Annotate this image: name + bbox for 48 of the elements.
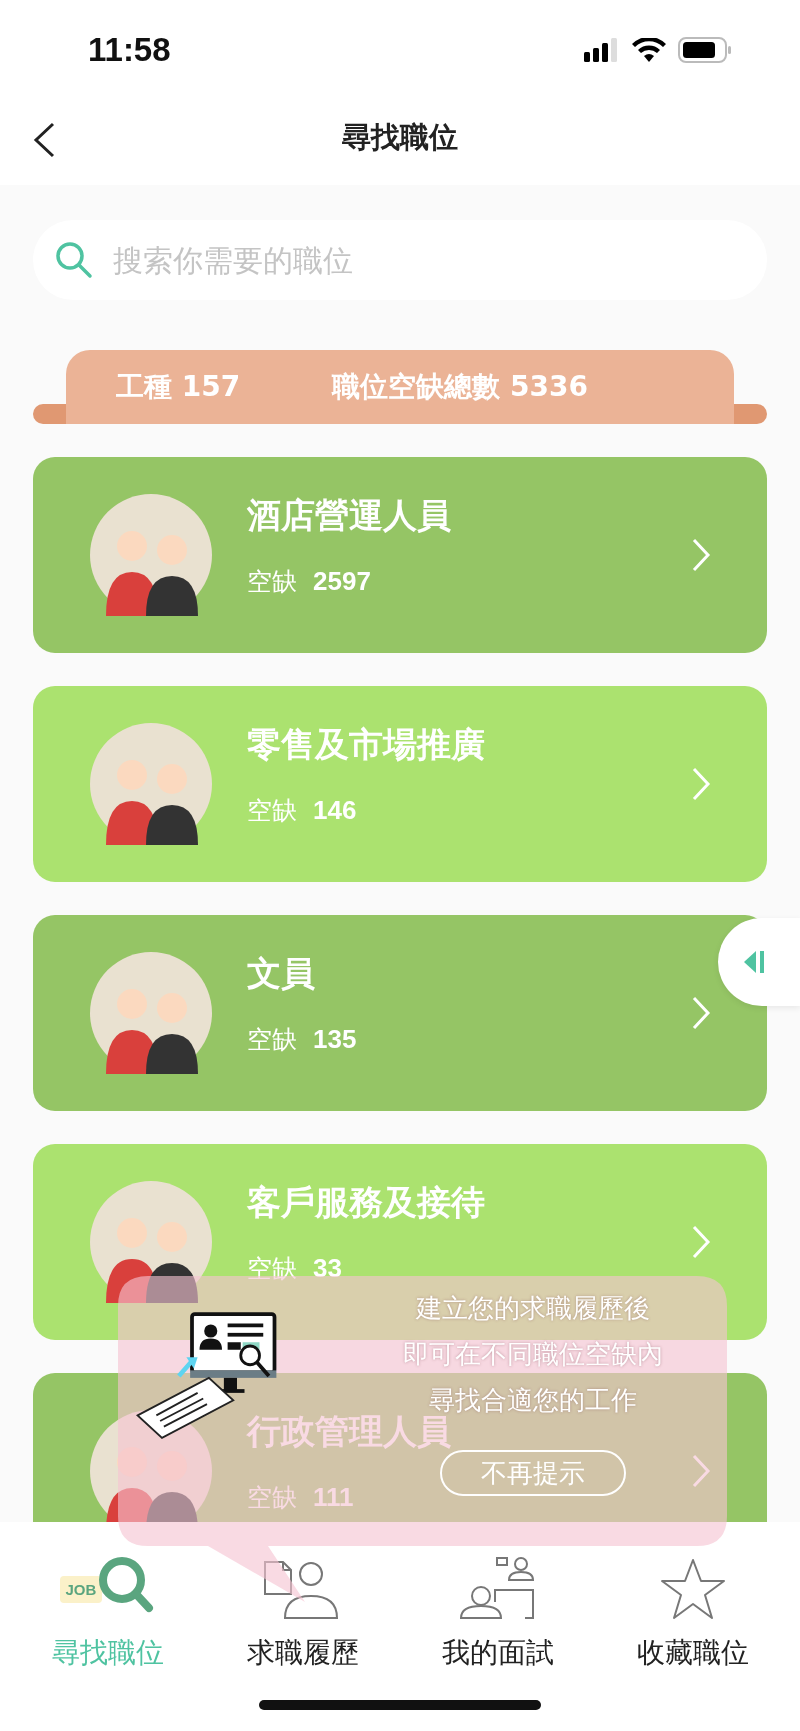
category-title: 酒店營運人員 — [247, 493, 451, 537]
category-title: 文員 — [247, 951, 315, 995]
vacancy-label: 空缺 — [247, 1023, 297, 1056]
wifi-icon — [632, 38, 666, 62]
page-title: 尋找職位 — [342, 118, 458, 156]
job-types-count: 工種 157 — [116, 369, 241, 405]
chevron-right-icon — [691, 538, 711, 572]
vacancy-count: 135 — [313, 1023, 357, 1055]
vacancy-count: 2597 — [313, 565, 371, 597]
category-title: 客戶服務及接待 — [247, 1180, 485, 1224]
job-badge: JOB — [59, 1576, 103, 1603]
tab-bar-item[interactable]: 我的面試 — [402, 1542, 593, 1672]
search-field[interactable]: 搜索你需要的職位 — [33, 220, 767, 300]
dismiss-button[interactable]: 不再提示 — [440, 1450, 626, 1496]
search-icon — [97, 1556, 154, 1614]
vacancy-label: 空缺 — [247, 1252, 297, 1285]
chevron-right-icon — [691, 996, 711, 1030]
avatar-people-icon — [90, 1181, 212, 1303]
vacancy-count: 111 — [313, 1481, 354, 1513]
interview-icon — [458, 1556, 537, 1620]
total-vacancies: 職位空缺總數 5336 — [332, 369, 588, 405]
chevron-right-icon — [691, 767, 711, 801]
signal-icon — [584, 38, 620, 62]
tab-bar-item[interactable]: 求職履歷 — [207, 1542, 398, 1672]
tooltip-text: 建立您的求職履歷後 — [416, 1292, 650, 1325]
chevron-right-icon — [691, 1225, 711, 1259]
category-card[interactable]: 酒店營運人員 空缺 2597 — [33, 457, 767, 653]
vacancy-label: 空缺 — [247, 794, 297, 827]
vacancy-label: 空缺 — [247, 565, 297, 598]
category-card[interactable]: 零售及市場推廣 空缺 146 — [33, 686, 767, 882]
avatar-people-icon — [90, 1410, 212, 1522]
category-title: 零售及市場推廣 — [247, 722, 485, 766]
back-icon[interactable] — [32, 122, 56, 158]
tooltip-text: 尋找合適您的工作 — [429, 1384, 637, 1416]
avatar-people-icon — [90, 723, 212, 845]
vacancy-label: 空缺 — [247, 1481, 297, 1514]
category-card[interactable]: 文員 空缺 135 — [33, 915, 767, 1111]
avatar-people-icon — [90, 952, 212, 1074]
status-time: 11:58 — [88, 31, 171, 69]
tab-bar-item[interactable]: JOB 尋找職位 — [12, 1542, 203, 1672]
vacancy-count: 146 — [313, 794, 357, 826]
star-icon — [659, 1558, 726, 1620]
tab-bar-item[interactable]: 收藏職位 — [597, 1542, 788, 1672]
avatar-people-icon — [90, 494, 212, 616]
chevron-right-icon — [691, 1454, 711, 1488]
vacancy-count: 33 — [313, 1252, 342, 1284]
search-icon — [55, 241, 93, 279]
battery-icon — [678, 37, 732, 63]
